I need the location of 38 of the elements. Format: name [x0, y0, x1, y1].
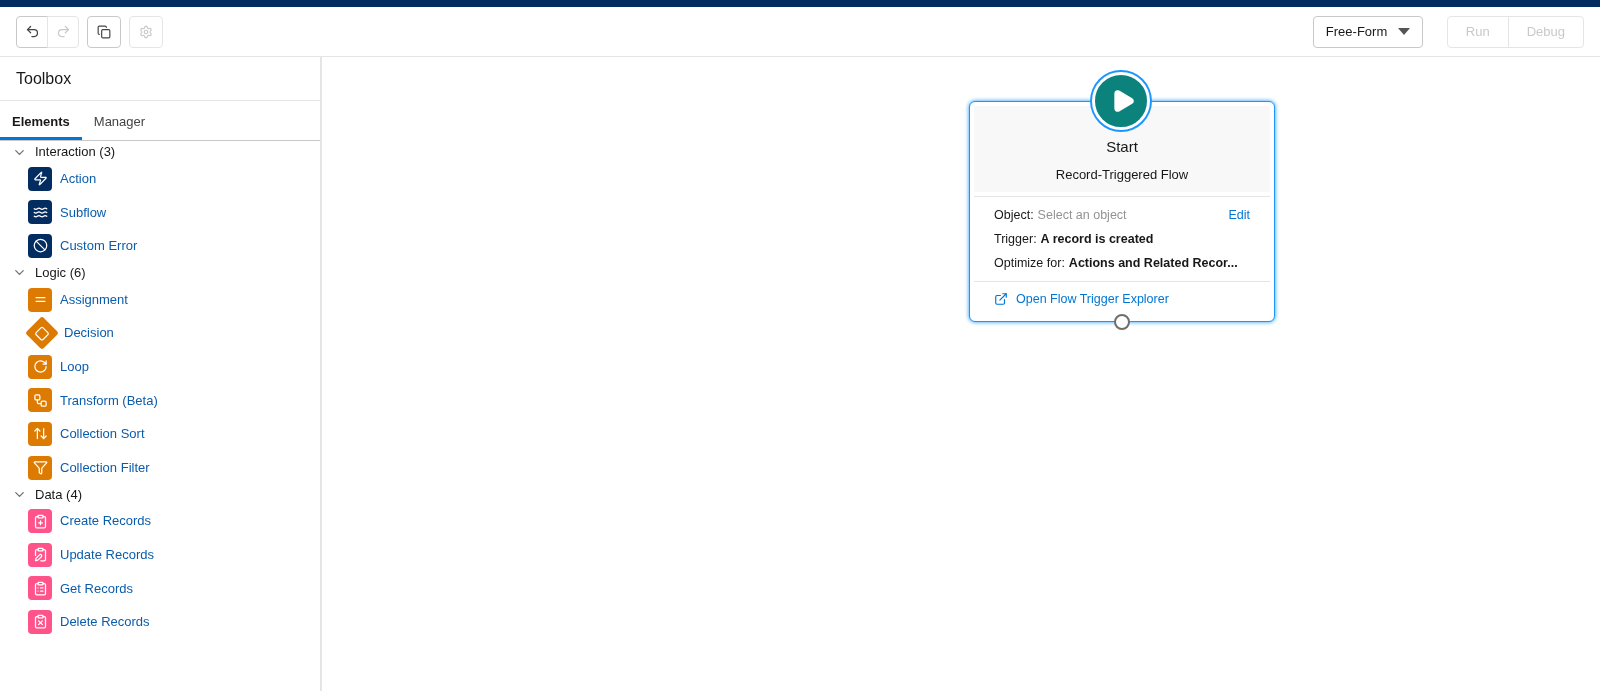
group-header[interactable]: Interaction (3) [0, 142, 320, 162]
element-link[interactable]: Assignment [60, 289, 128, 310]
field-value: A record is created [1040, 230, 1154, 248]
field-value: Actions and Related Recor... [1068, 254, 1238, 272]
element-link[interactable]: Custom Error [60, 236, 138, 256]
edit-link[interactable]: Edit [1228, 205, 1250, 225]
group-header[interactable]: Logic (6) [0, 262, 320, 283]
undo-icon [24, 24, 40, 39]
element-link[interactable]: Action [60, 169, 97, 189]
undo-button[interactable] [16, 15, 48, 48]
element-link[interactable]: Decision [64, 323, 114, 343]
element-link[interactable]: Collection Sort [60, 424, 145, 444]
element-link[interactable]: Loop [60, 357, 89, 377]
trigger-explorer-link[interactable]: Open Flow Trigger Explorer [1016, 290, 1169, 309]
field-label: Object: [994, 206, 1034, 224]
copy-icon [97, 24, 111, 39]
group-header[interactable]: Data (4) [0, 484, 320, 505]
element-link[interactable]: Transform (Beta) [60, 390, 158, 411]
layout-select[interactable]: Free-Form [1312, 15, 1423, 48]
panel-tab[interactable]: Manager [81, 107, 158, 140]
field-value: Select an object [1037, 206, 1127, 224]
redo-icon [55, 24, 71, 39]
node-subtitle: Record-Triggered Flow [1055, 165, 1189, 184]
element-link[interactable]: Subflow [60, 202, 107, 223]
settings-icon [139, 24, 153, 39]
node-title: Start [1106, 137, 1138, 157]
element-link[interactable]: Delete Records [60, 612, 150, 632]
field-label: Optimize for: [994, 254, 1065, 272]
external-link-icon [994, 292, 1008, 307]
element-link[interactable]: Collection Filter [60, 457, 150, 478]
element-link[interactable]: Get Records [60, 578, 133, 599]
copy-button[interactable] [87, 15, 121, 48]
dropdown-icon [1397, 28, 1410, 35]
toolbox-title: Toolbox [16, 68, 72, 89]
panel-tab[interactable]: Elements [0, 107, 82, 140]
element-link[interactable]: Create Records [60, 511, 152, 531]
field-label: Trigger: [994, 230, 1037, 248]
element-link[interactable]: Update Records [60, 545, 154, 565]
